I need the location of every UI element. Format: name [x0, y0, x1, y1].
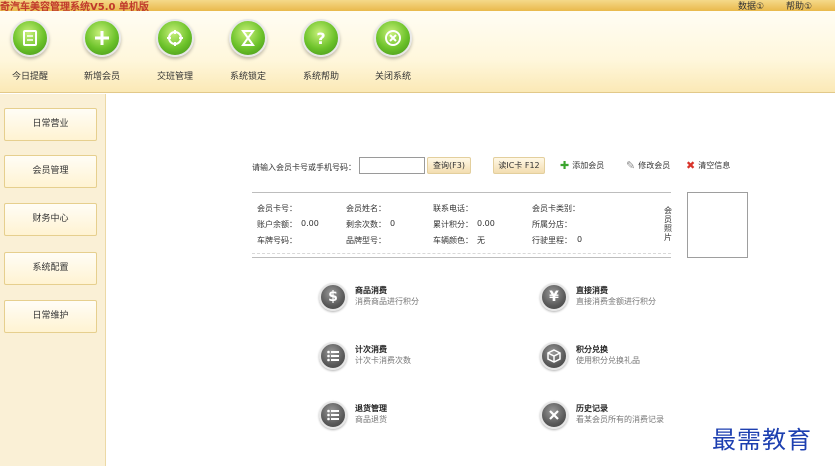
clear-info-button[interactable]: ✖ 清空信息 [686, 160, 730, 171]
mileage-value: 0 [577, 235, 583, 244]
goods-consumption-button[interactable]: $ 商品消费 消费商品进行积分 [319, 283, 449, 313]
history-records-desc: 看某会员所有的消费记录 [576, 415, 664, 424]
member-photo-label: 会员照片 [664, 206, 672, 242]
balance-value: 0.00 [301, 219, 319, 228]
mileage-label: 行驶里程： [532, 236, 572, 245]
toolbar-shift-label: 交班管理 [156, 72, 193, 82]
read-ic-card-button[interactable]: 读IC卡 F12 [493, 157, 545, 174]
balance-label: 账户余额： [257, 220, 297, 229]
toolbar-reminder-button[interactable]: 今日提醒 [0, 19, 60, 82]
toolbar-close-button[interactable]: 关闭系统 [363, 19, 423, 82]
toolbar-close-label: 关闭系统 [374, 72, 411, 82]
plate-label: 车牌号码： [257, 236, 297, 245]
card-no-label: 会员卡号： [257, 204, 297, 213]
history-records-button[interactable]: 历史记录 看某会员所有的消费记录 [540, 401, 690, 431]
search-input[interactable] [359, 157, 425, 174]
dollar-icon: $ [319, 283, 347, 311]
query-button[interactable]: 查询(F3) [427, 157, 471, 174]
plus-icon: ✚ [560, 159, 570, 172]
points-exchange-button[interactable]: 积分兑换 使用积分兑换礼品 [540, 342, 680, 372]
card-type-label: 会员卡类别： [532, 204, 580, 213]
color-value: 无 [477, 236, 485, 245]
edit-member-label: 修改会员 [638, 161, 671, 170]
toolbar: 今日提醒 新增会员 交班管理 系统锁定 ? 系统帮助 关闭系统 [0, 11, 835, 93]
add-member-button[interactable]: ✚ 添加会员 [560, 160, 604, 171]
return-management-button[interactable]: 退货管理 商品退货 [319, 401, 449, 431]
history-icon [540, 401, 568, 429]
sidebar-item-member-management[interactable]: 会员管理 [4, 155, 97, 188]
toolbar-lock-button[interactable]: 系统锁定 [218, 19, 278, 82]
toolbar-lock-label: 系统锁定 [229, 72, 266, 82]
close-icon [374, 19, 412, 57]
sidebar: 日常营业 会员管理 财务中心 系统配置 日常维护 [0, 94, 106, 466]
lock-icon [229, 19, 267, 57]
edit-member-button[interactable]: ✎ 修改会员 [626, 160, 670, 171]
points-value: 0.00 [477, 219, 495, 228]
direct-consumption-desc: 直接消费金额进行积分 [576, 297, 656, 306]
toolbar-add-member-label: 新增会员 [83, 72, 120, 82]
list-icon [319, 342, 347, 370]
sidebar-item-daily-maintenance[interactable]: 日常维护 [4, 300, 97, 333]
watermark: 最需教育 [712, 426, 812, 454]
shift-icon [156, 19, 194, 57]
box-icon [540, 342, 568, 370]
color-label: 车辆颜色： [433, 236, 473, 245]
count-consumption-name: 计次消费 [355, 345, 387, 354]
model-label: 品牌型号： [346, 236, 386, 245]
title-bar: 奇汽车美容管理系统V5.0 单机版 数据① 帮助① [0, 0, 835, 13]
search-label: 请输入会员卡号或手机号码： [252, 163, 356, 172]
svg-text:?: ? [316, 29, 325, 48]
toolbar-add-member-button[interactable]: 新增会员 [72, 19, 132, 82]
sidebar-item-system-config[interactable]: 系统配置 [4, 252, 97, 285]
points-label: 累计积分： [433, 220, 473, 229]
help-icon: ? [302, 19, 340, 57]
yen-icon: ¥ [540, 283, 568, 311]
toolbar-reminder-label: 今日提醒 [11, 72, 48, 82]
count-consumption-desc: 计次卡消费次数 [355, 356, 411, 365]
clear-info-label: 清空信息 [698, 161, 731, 170]
reminder-icon [11, 19, 49, 57]
member-photo [687, 192, 748, 258]
goods-consumption-name: 商品消费 [355, 286, 387, 295]
toolbar-shift-button[interactable]: 交班管理 [145, 19, 205, 82]
goods-consumption-desc: 消费商品进行积分 [355, 297, 419, 306]
member-info-panel: 会员卡号： 会员姓名： 联系电话： 会员卡类别： 账户余额： 0.00 剩余次数… [252, 192, 671, 258]
sidebar-item-daily-business[interactable]: 日常营业 [4, 108, 97, 141]
branch-label: 所属分店： [532, 220, 572, 229]
direct-consumption-button[interactable]: ¥ 直接消费 直接消费金额进行积分 [540, 283, 680, 313]
clear-icon: ✖ [686, 159, 696, 172]
remaining-value: 0 [390, 219, 396, 228]
sidebar-item-finance-center[interactable]: 财务中心 [4, 203, 97, 236]
remaining-label: 剩余次数： [346, 220, 386, 229]
direct-consumption-name: 直接消费 [576, 286, 608, 295]
return-icon [319, 401, 347, 429]
points-exchange-name: 积分兑换 [576, 345, 608, 354]
edit-icon: ✎ [626, 159, 636, 172]
points-exchange-desc: 使用积分兑换礼品 [576, 356, 640, 365]
toolbar-help-label: 系统帮助 [302, 72, 339, 82]
add-member-icon [83, 19, 121, 57]
member-name-label: 会员姓名： [346, 204, 386, 213]
return-management-desc: 商品退货 [355, 415, 387, 424]
history-records-name: 历史记录 [576, 404, 608, 413]
return-management-name: 退货管理 [355, 404, 387, 413]
phone-label: 联系电话： [433, 204, 473, 213]
main-panel: 请输入会员卡号或手机号码： 查询(F3) 读IC卡 F12 ✚ 添加会员 ✎ 修… [107, 94, 835, 466]
toolbar-help-button[interactable]: ? 系统帮助 [291, 19, 351, 82]
count-consumption-button[interactable]: 计次消费 计次卡消费次数 [319, 342, 449, 372]
add-member-label: 添加会员 [572, 161, 605, 170]
